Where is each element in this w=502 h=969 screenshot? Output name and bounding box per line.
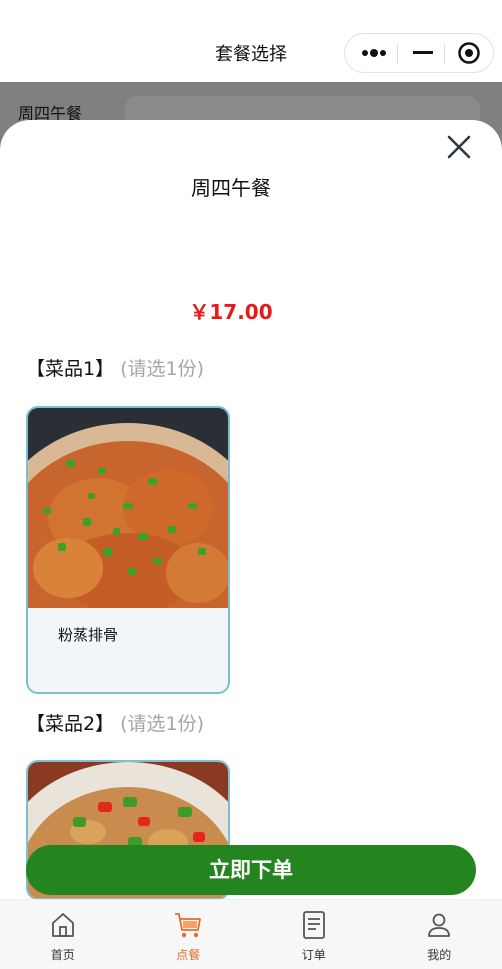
- more-dots-icon[interactable]: [349, 34, 399, 72]
- user-icon: [428, 913, 451, 937]
- target-circle-icon[interactable]: [445, 34, 493, 72]
- section-title-dish-1: 【菜品1】 (请选1份): [26, 354, 204, 381]
- tab-home[interactable]: 首页: [0, 900, 126, 969]
- tab-orders[interactable]: 订单: [251, 900, 377, 969]
- home-icon: [51, 913, 74, 937]
- nav-bar: 套餐选择: [0, 0, 502, 82]
- close-x-icon[interactable]: [444, 132, 474, 162]
- mini-program-capsule: [344, 33, 494, 73]
- tab-order-food[interactable]: 点餐: [126, 900, 252, 969]
- dish-card[interactable]: 粉蒸排骨: [26, 406, 230, 694]
- cart-icon: [175, 913, 202, 938]
- section-hint: (请选1份): [120, 713, 205, 735]
- section-title: 【菜品2】: [26, 713, 115, 735]
- package-price: ￥17.00: [189, 300, 273, 324]
- package-sheet: 周四午餐 ￥17.00 【菜品1】 (请选1份) 粉蒸排骨 【菜品2】 (请选1…: [0, 120, 502, 969]
- place-order-button[interactable]: 立即下单: [26, 845, 476, 895]
- tab-label: 订单: [301, 948, 326, 962]
- section-hint: (请选1份): [120, 358, 205, 380]
- section-title-dish-2: 【菜品2】 (请选1份): [26, 709, 204, 736]
- package-name: 周四午餐: [191, 176, 271, 200]
- dish-name: 粉蒸排骨: [58, 626, 119, 644]
- section-title: 【菜品1】: [26, 358, 115, 380]
- document-icon: [302, 911, 325, 939]
- tab-label: 点餐: [176, 948, 201, 962]
- tab-profile[interactable]: 我的: [377, 900, 502, 969]
- tab-label: 首页: [50, 948, 75, 962]
- minimize-icon[interactable]: [399, 34, 447, 72]
- tab-bar: 首页 点餐 订单 我的: [0, 899, 502, 969]
- dish-image-steamed-ribs: [28, 408, 228, 608]
- tab-label: 我的: [427, 948, 452, 962]
